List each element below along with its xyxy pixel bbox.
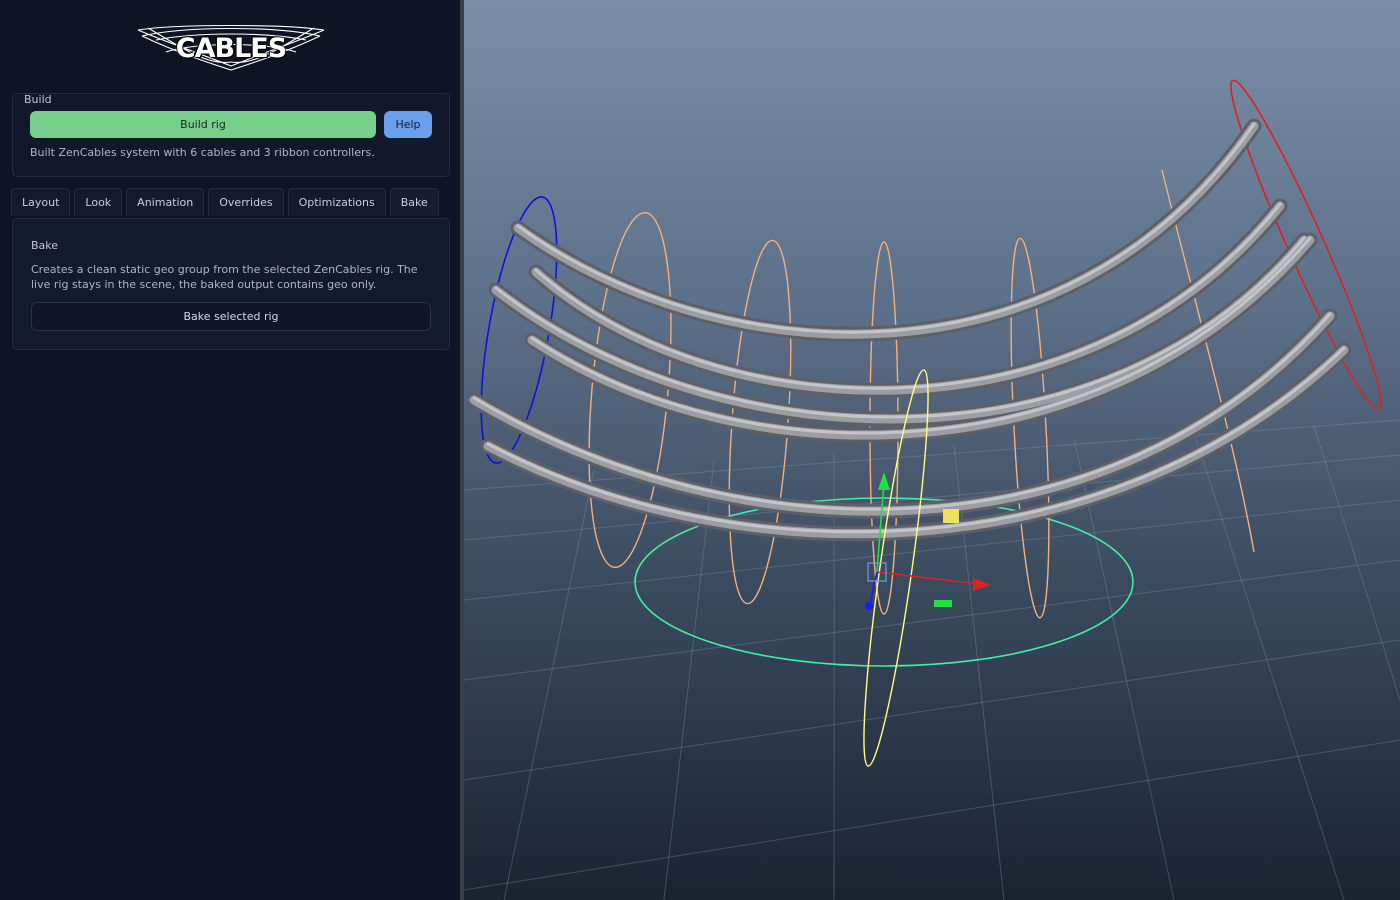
tab-layout[interactable]: Layout bbox=[11, 188, 71, 216]
bake-selected-rig-button[interactable]: Bake selected rig bbox=[31, 302, 431, 331]
logo-text: CABLES bbox=[175, 32, 287, 64]
build-group-title: Build bbox=[24, 93, 52, 106]
cables-logo: CABLES bbox=[136, 22, 326, 74]
tab-animation[interactable]: Animation bbox=[126, 188, 205, 216]
help-button[interactable]: Help bbox=[384, 111, 432, 138]
tab-bar: Layout Look Animation Overrides Optimiza… bbox=[11, 188, 439, 216]
tab-optimizations[interactable]: Optimizations bbox=[287, 188, 386, 216]
viewport-scene bbox=[464, 79, 1400, 900]
tab-bake[interactable]: Bake bbox=[389, 188, 439, 216]
bake-section-title: Bake bbox=[31, 239, 59, 252]
build-status-text: Built ZenCables system with 6 cables and… bbox=[30, 146, 375, 159]
zencables-panel: CABLES Build Build rig Help Built ZenCab… bbox=[0, 0, 460, 900]
build-rig-button[interactable]: Build rig bbox=[30, 111, 376, 138]
tab-overrides[interactable]: Overrides bbox=[208, 188, 284, 216]
tab-look[interactable]: Look bbox=[74, 188, 123, 216]
bake-description: Creates a clean static geo group from th… bbox=[31, 263, 418, 291]
maya-viewport[interactable] bbox=[464, 0, 1400, 900]
